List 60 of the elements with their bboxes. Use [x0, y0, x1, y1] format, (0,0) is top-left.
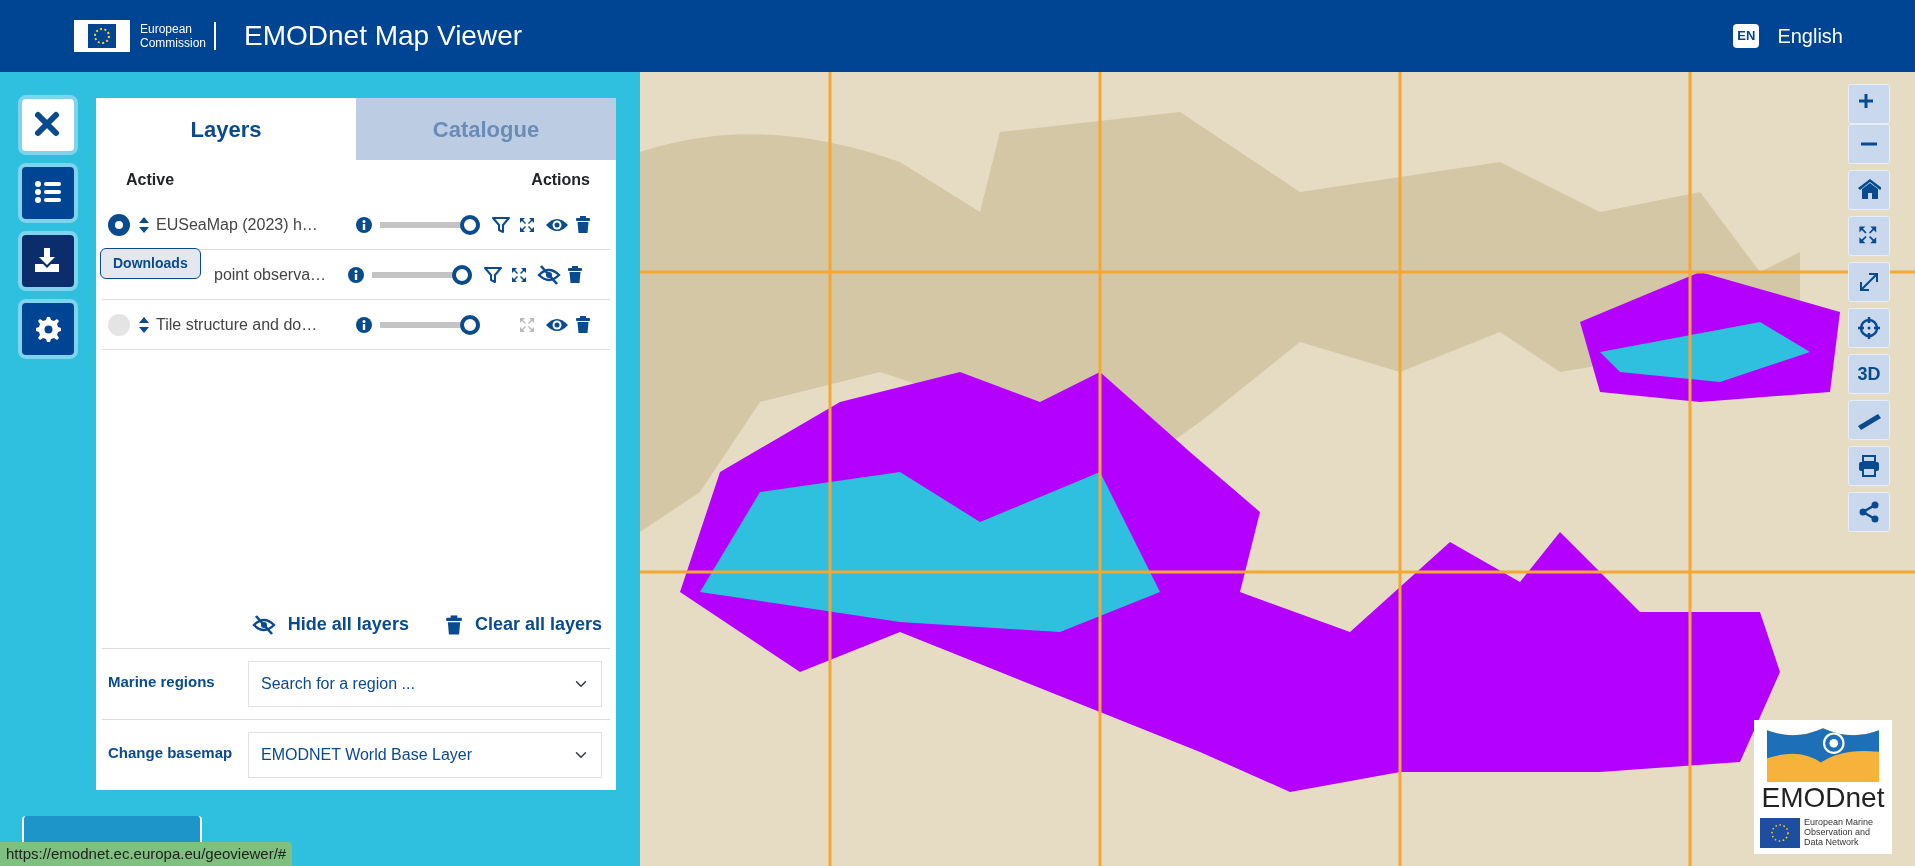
basemap-select[interactable]: EMODNET World Base Layer: [248, 732, 602, 778]
slider-thumb[interactable]: [452, 264, 472, 285]
print-button[interactable]: [1848, 446, 1890, 486]
sort-icon[interactable]: [138, 215, 150, 234]
locate-button[interactable]: [1848, 308, 1890, 348]
trash-icon[interactable]: [575, 215, 591, 234]
layer-name: point observa…: [214, 264, 328, 285]
trash-icon[interactable]: [567, 265, 583, 284]
measure-button[interactable]: [1848, 400, 1890, 440]
extent-button[interactable]: [1848, 216, 1890, 256]
crosshair-icon: [1857, 316, 1881, 340]
home-button[interactable]: [1848, 170, 1890, 210]
eu-flag-icon: [1760, 818, 1800, 848]
app-title: EMODnet Map Viewer: [244, 19, 523, 53]
language-code-badge[interactable]: EN: [1733, 24, 1760, 48]
logo-subtitle: European Marine Observation and Data Network: [1804, 818, 1874, 848]
eye-slash-icon: [251, 614, 276, 635]
filter-icon[interactable]: [491, 214, 511, 235]
diagonal-arrow-icon: [1857, 270, 1881, 294]
fullscreen-button[interactable]: [1848, 262, 1890, 302]
share-icon: [1857, 500, 1881, 524]
info-icon[interactable]: [348, 266, 364, 283]
field-label: Change basemap: [108, 743, 234, 763]
sort-icon[interactable]: [138, 315, 150, 334]
trash-icon: [444, 613, 463, 636]
layers-button[interactable]: [18, 163, 78, 223]
active-radio[interactable]: [108, 213, 130, 236]
logo-name: EMODnet: [1760, 781, 1886, 814]
3d-view-button[interactable]: 3D: [1848, 354, 1890, 394]
layer-name: Tile structure and do…: [156, 314, 319, 335]
filter-icon[interactable]: [483, 264, 503, 285]
minus-icon: [1861, 142, 1877, 146]
expand-icon[interactable]: [510, 265, 528, 284]
language-link[interactable]: English: [1777, 21, 1843, 51]
commission-name: European Commission: [140, 22, 216, 50]
layer-name: EUSeaMap (2023) h…: [156, 214, 319, 235]
share-button[interactable]: [1848, 492, 1890, 532]
info-icon[interactable]: [356, 316, 372, 333]
home-icon: [1857, 178, 1881, 202]
active-radio[interactable]: [108, 313, 130, 336]
slider-thumb[interactable]: [460, 314, 480, 335]
expand-icon[interactable]: [518, 215, 536, 234]
zoom-in-button[interactable]: [1848, 84, 1890, 124]
region-search-field[interactable]: Search for a region ...: [248, 661, 602, 707]
settings-icon: [33, 314, 63, 344]
info-icon[interactable]: [356, 216, 372, 233]
printer-icon: [1857, 454, 1881, 478]
status-url: https://emodnet.ec.europa.eu/geoviewer/#: [0, 841, 293, 866]
slider-thumb[interactable]: [460, 214, 480, 235]
close-button[interactable]: [18, 95, 78, 155]
hide-all-link[interactable]: Hide all layers: [251, 611, 409, 638]
column-header: Active: [126, 170, 175, 190]
eye-slash-icon[interactable]: [536, 264, 562, 285]
settings-button[interactable]: [18, 299, 78, 359]
trash-icon[interactable]: [575, 315, 591, 334]
column-header: Actions: [531, 170, 590, 190]
clear-all-link[interactable]: Clear all layers: [444, 611, 602, 638]
download-button[interactable]: [18, 231, 78, 291]
field-label: Marine regions: [108, 672, 216, 692]
downloads-tooltip: Downloads: [100, 248, 201, 279]
